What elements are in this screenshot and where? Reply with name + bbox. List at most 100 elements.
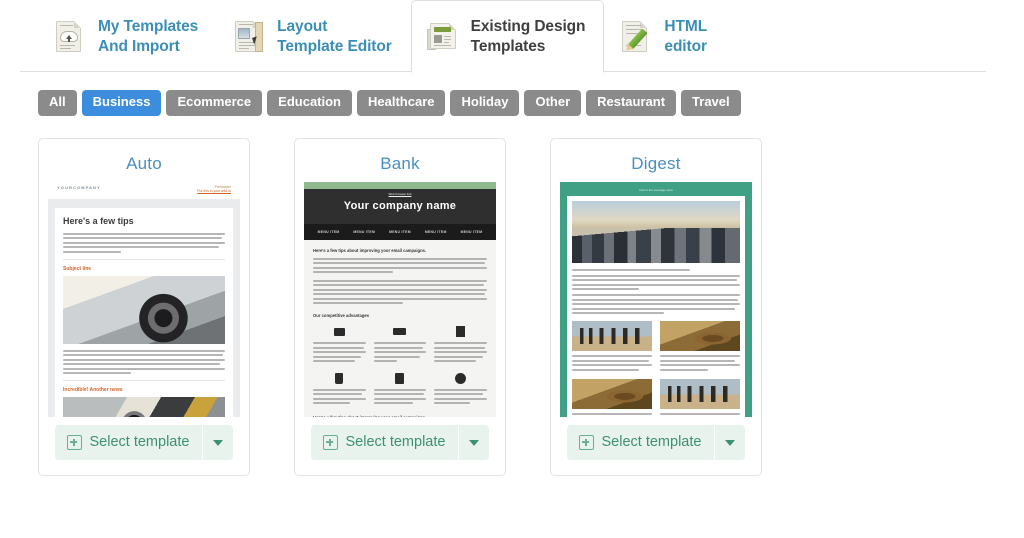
city-skyline-photo (572, 200, 740, 263)
article-item (660, 321, 740, 373)
template-card-bank[interactable]: Bank Web browser link Your company name … (294, 137, 506, 476)
briefcase-icon (313, 325, 366, 338)
preview-body: Here's a few tips Subject line Incredibl… (48, 198, 240, 444)
preview-paragraph-2 (313, 279, 487, 305)
category-filter-bar: All Business Ecommerce Education Healthc… (0, 72, 1024, 116)
filter-pill-healthcare[interactable]: Healthcare (357, 90, 446, 116)
preview-paragraph-2 (572, 294, 740, 315)
card-title: Digest (631, 153, 681, 173)
tab-existing-design-templates[interactable]: Existing Design Templates (410, 0, 605, 73)
preview-nav-bar: MENU ITEM MENU ITEM MENU ITEM MENU ITEM … (304, 223, 496, 240)
pencil-document-icon (619, 20, 653, 54)
web-browser-link-strip: Web browser link (304, 181, 496, 196)
nav-item: MENU ITEM (317, 229, 340, 234)
people-jumping-photo (660, 379, 740, 410)
select-template-button[interactable]: Select template (567, 425, 715, 460)
intro-heading: Here's a few tips about improving your e… (313, 247, 427, 253)
money-icon (374, 325, 427, 338)
article-item (572, 321, 652, 373)
card-title: Bank (380, 153, 420, 173)
preview-paragraph-1 (313, 257, 487, 274)
article-grid (572, 321, 740, 418)
layout-ruler-document-icon (232, 20, 266, 54)
select-template-split-button[interactable]: Select template (566, 425, 746, 461)
wooden-logs-photo (572, 379, 652, 410)
tab-label: HTML editor (664, 17, 708, 55)
calculator-icon (374, 372, 427, 385)
select-template-button[interactable]: Select template (311, 425, 459, 460)
select-template-split-button[interactable]: Select template (54, 425, 234, 461)
cloud-upload-document-icon (53, 20, 87, 54)
car-wheel-photo (63, 275, 225, 344)
card-footer: Select template (39, 416, 249, 475)
pie-chart-icon (434, 372, 487, 385)
tab-label: Existing Design Templates (470, 17, 586, 55)
plus-in-box-icon (66, 434, 82, 450)
chevron-down-icon (725, 439, 736, 446)
nav-item: MENU ITEM (353, 229, 376, 234)
select-template-label: Select template (89, 434, 190, 451)
card-footer: Select template (551, 416, 761, 475)
preview-body: Here's a few tips about improving your e… (304, 239, 496, 441)
nav-item: MENU ITEM (460, 229, 483, 234)
subject-line-label: Subject line (63, 265, 92, 272)
filter-pill-travel[interactable]: Travel (681, 90, 741, 116)
select-template-dropdown-toggle[interactable] (203, 425, 233, 460)
tab-label: Layout Template Editor (277, 17, 392, 55)
tab-html-editor[interactable]: HTML editor (604, 0, 726, 72)
preview-header: YOURCOMPANY Preheader Put this in your a… (48, 182, 240, 199)
filter-pill-business[interactable]: Business (81, 90, 162, 116)
advantage-item (434, 325, 487, 365)
tab-layout-template-editor[interactable]: Layout Template Editor (217, 0, 410, 72)
preview-paragraph-1 (63, 232, 225, 253)
filter-pill-other[interactable]: Other (524, 90, 582, 116)
advantage-item (373, 325, 427, 365)
select-template-dropdown-toggle[interactable] (459, 425, 489, 460)
filter-pill-all[interactable]: All (38, 90, 77, 116)
template-card-digest[interactable]: Digest Here's the message area Select te… (550, 137, 762, 476)
preview-frame: Here's the message area (560, 181, 752, 423)
plus-in-box-icon (322, 434, 338, 450)
card-footer: Select template (295, 416, 505, 475)
web-browser-link: Web browser link (388, 191, 412, 196)
advantages-grid (313, 325, 487, 407)
advantage-item (313, 372, 366, 407)
tab-my-templates-and-import[interactable]: My Templates And Import (38, 0, 217, 72)
template-card-auto[interactable]: Auto YOURCOMPANY Preheader Put this in y… (38, 137, 250, 476)
select-template-label: Select template (601, 434, 702, 451)
advantages-heading: Our competitive advantages (313, 313, 370, 319)
filter-pill-ecommerce[interactable]: Ecommerce (166, 90, 263, 116)
chevron-down-icon (469, 439, 480, 446)
trash-icon (313, 372, 366, 385)
select-template-dropdown-toggle[interactable] (715, 425, 745, 460)
preheader-line-2: Put this in your add-in (197, 188, 231, 193)
plus-in-box-icon (578, 434, 594, 450)
design-template-document-icon (426, 20, 460, 54)
article-item (660, 379, 740, 418)
select-template-split-button[interactable]: Select template (310, 425, 490, 461)
advantage-item (373, 372, 427, 407)
preheader-block: Preheader Put this in your add-in (197, 185, 231, 193)
people-jumping-photo (572, 321, 652, 352)
preview-paragraph-1 (572, 274, 740, 291)
building-icon (434, 325, 487, 338)
preview-paragraph-2 (63, 349, 225, 375)
template-card-grid: Auto YOURCOMPANY Preheader Put this in y… (0, 116, 1024, 476)
filter-pill-holiday[interactable]: Holiday (450, 90, 520, 116)
filter-pill-education[interactable]: Education (267, 90, 352, 116)
tab-label: My Templates And Import (98, 17, 199, 55)
preheader: Here's the message area (639, 187, 673, 192)
select-template-button[interactable]: Select template (55, 425, 203, 460)
advantage-item (313, 325, 366, 365)
preview-inner (567, 195, 745, 423)
nav-item: MENU ITEM (424, 229, 447, 234)
news-label: Incredible! Another news (63, 387, 123, 394)
advantage-item (434, 372, 487, 407)
article-item (572, 379, 652, 418)
company-name: YOURCOMPANY (57, 184, 101, 190)
preview-heading: Here's a few tips (63, 215, 134, 226)
card-title: Auto (126, 153, 162, 173)
filter-pill-restaurant[interactable]: Restaurant (586, 90, 677, 116)
tab-list: My Templates And Import Layout Template … (38, 0, 726, 73)
chevron-down-icon (213, 439, 224, 446)
